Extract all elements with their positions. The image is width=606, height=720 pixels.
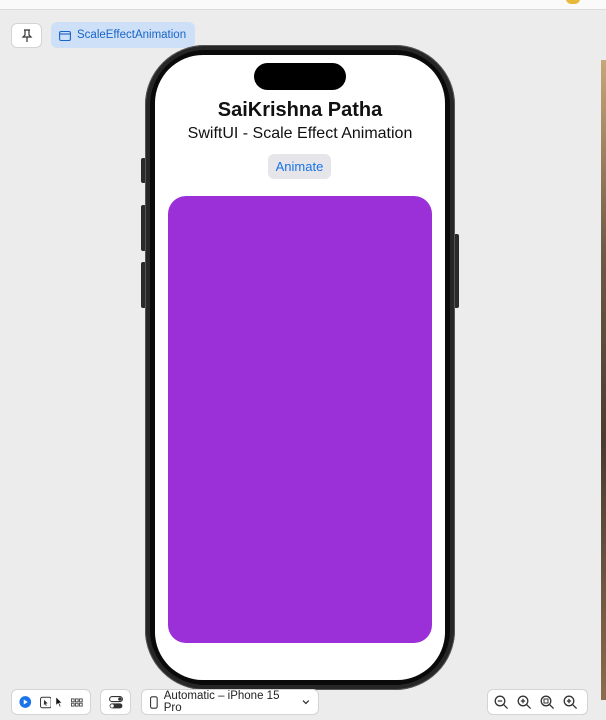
device-selector[interactable]: Automatic – iPhone 15 Pro bbox=[141, 689, 319, 715]
zoom-in-icon[interactable] bbox=[517, 695, 532, 710]
device-icon bbox=[150, 695, 158, 709]
zoom-fit-icon[interactable] bbox=[540, 695, 555, 710]
chevron-down-icon bbox=[302, 700, 310, 705]
window-top-strip bbox=[0, 0, 606, 10]
zoom-actual-icon[interactable] bbox=[563, 695, 578, 710]
window-icon bbox=[59, 30, 71, 41]
preview-mode-group bbox=[11, 689, 91, 715]
dynamic-island bbox=[254, 63, 346, 90]
desktop-edge bbox=[601, 60, 606, 700]
preview-tab-label: ScaleEffectAnimation bbox=[77, 29, 187, 41]
pin-button[interactable] bbox=[11, 23, 42, 48]
zoom-controls bbox=[487, 689, 588, 715]
variants-icon bbox=[108, 695, 123, 708]
pin-icon bbox=[21, 28, 32, 42]
selectable-icon[interactable] bbox=[39, 696, 52, 709]
cursor-icon bbox=[55, 695, 64, 708]
grid-icon[interactable] bbox=[71, 697, 83, 707]
scaled-rectangle bbox=[168, 196, 432, 643]
app-title: SaiKrishna Patha bbox=[217, 99, 383, 121]
animate-button[interactable]: Animate bbox=[268, 154, 331, 179]
zoom-out-icon[interactable] bbox=[494, 695, 509, 710]
window-corner-badge bbox=[566, 0, 580, 4]
device-selector-label: Automatic – iPhone 15 Pro bbox=[163, 690, 280, 714]
preview-tab[interactable]: ScaleEffectAnimation bbox=[51, 22, 195, 48]
app-subtitle: SwiftUI - Scale Effect Animation bbox=[187, 125, 413, 142]
variants-button[interactable] bbox=[100, 689, 131, 715]
live-preview-icon[interactable] bbox=[19, 695, 32, 709]
